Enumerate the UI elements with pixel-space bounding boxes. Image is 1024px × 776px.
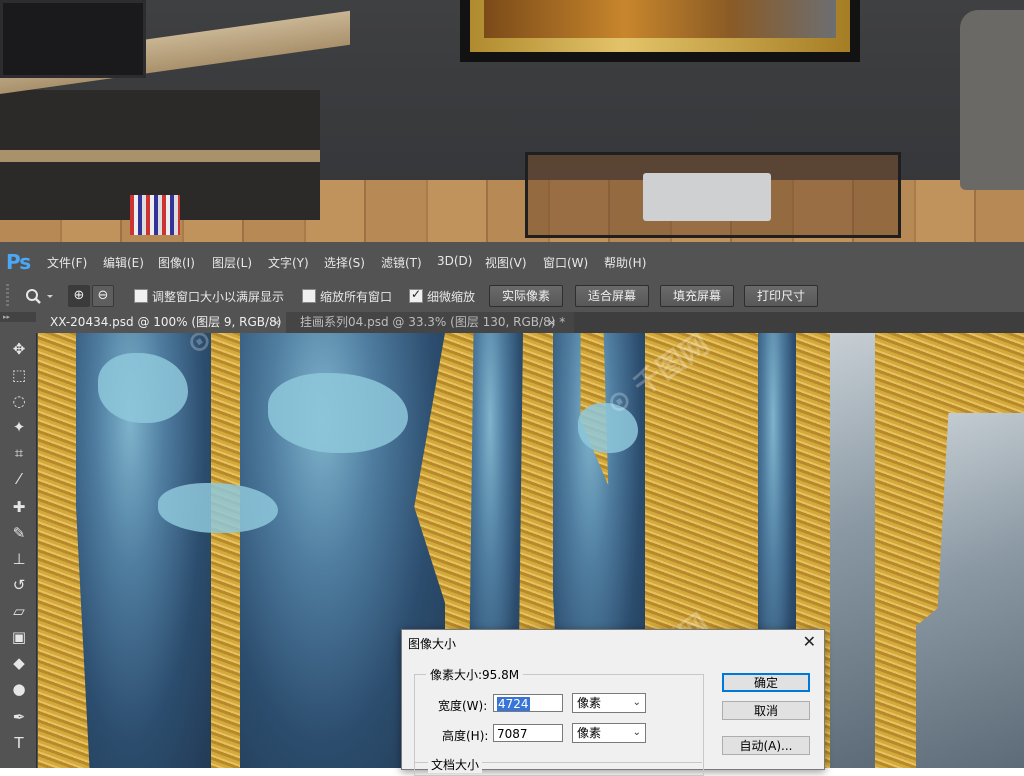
marquee-tool-icon[interactable]: ⬚	[8, 364, 30, 386]
healing-brush-icon[interactable]: ✚	[8, 496, 30, 518]
magnifier-icon	[26, 289, 53, 304]
tab-document-1[interactable]: XX-20434.psd @ 100% (图层 9, RGB/8)	[36, 312, 298, 333]
chevron-down-icon: ⌄	[632, 697, 641, 708]
width-label: 宽度(W):	[438, 699, 488, 713]
scrubby-zoom-checkbox[interactable]	[409, 287, 423, 303]
menu-help[interactable]: 帮助(H)	[604, 254, 646, 271]
options-bar-grip[interactable]	[6, 284, 9, 308]
chevron-down-icon: ⌄	[632, 727, 641, 738]
pen-tool-icon[interactable]: ✒	[8, 706, 30, 728]
fill-screen-button[interactable]: 填充屏幕	[660, 285, 734, 307]
close-icon[interactable]: ✕	[803, 632, 816, 651]
blur-tool-icon[interactable]: ◆	[8, 652, 30, 674]
height-input[interactable]: 7087	[493, 724, 563, 742]
width-unit-select[interactable]: 像素 ⌄	[572, 693, 646, 713]
laptop	[643, 173, 771, 221]
dodge-tool-icon[interactable]: ●	[8, 678, 30, 700]
document-size-label: 文档大小	[428, 756, 483, 773]
books	[130, 195, 180, 235]
photoshop-logo: Ps	[6, 250, 31, 274]
height-value: 7087	[497, 727, 528, 741]
scrubby-zoom-label: 细微缩放	[427, 290, 476, 304]
resize-windows-checkbox[interactable]	[134, 289, 148, 303]
clone-stamp-icon[interactable]: ⊥	[8, 548, 30, 570]
menu-bar: Ps 文件(F) 编辑(E) 图像(I) 图层(L) 文字(Y) 选择(S) 滤…	[0, 242, 1024, 281]
width-value: 4724	[497, 697, 530, 711]
gradient-tool-icon[interactable]: ▣	[8, 626, 30, 648]
actual-pixels-button[interactable]: 实际像素	[489, 285, 563, 307]
menu-layer[interactable]: 图层(L)	[212, 254, 252, 271]
lasso-tool-icon[interactable]: ◌	[8, 390, 30, 412]
menu-filter[interactable]: 滤镜(T)	[381, 254, 422, 271]
width-input[interactable]: 4724	[493, 694, 563, 712]
silver-stripe-1	[830, 333, 875, 768]
auto-button[interactable]: 自动(A)...	[722, 736, 810, 755]
tab-document-2-label: 挂画系列04.psd @ 33.3% (图层 130, RGB/8) *	[300, 315, 566, 329]
move-tool-icon[interactable]: ✥	[8, 338, 30, 360]
width-unit-value: 像素	[577, 696, 602, 710]
tv-cabinet-shelf	[0, 150, 320, 162]
document-tabs: XX-20434.psd @ 100% (图层 9, RGB/8) × 挂画系列…	[36, 312, 1024, 333]
tv-monitor	[0, 0, 146, 78]
tools-panel-header[interactable]: ▸▸	[0, 312, 39, 322]
menu-select[interactable]: 选择(S)	[324, 254, 365, 271]
height-label: 高度(H):	[442, 729, 489, 743]
dialog-title: 图像大小	[408, 637, 457, 651]
menu-edit[interactable]: 编辑(E)	[103, 254, 144, 271]
zoom-tool-preset[interactable]	[22, 284, 54, 308]
tab-document-1-label: XX-20434.psd @ 100% (图层 9, RGB/8)	[50, 315, 282, 329]
menu-3d[interactable]: 3D(D)	[437, 254, 472, 268]
height-unit-value: 像素	[577, 726, 602, 740]
crop-tool-icon[interactable]: ⌗	[8, 442, 30, 464]
tools-panel: ▸▸ ✥ ⬚ ◌ ✦ ⌗ ⁄ ✚ ✎ ⊥ ↺ ▱ ▣ ◆ ● ✒ T	[0, 312, 39, 768]
ok-button[interactable]: 确定	[722, 673, 810, 692]
menu-view[interactable]: 视图(V)	[485, 254, 527, 271]
options-bar: ⊕ ⊖ 调整窗口大小以满屏显示 缩放所有窗口 细微缩放 实际像素 适合屏幕 填充…	[0, 280, 1024, 313]
pixel-dimensions-label: 像素大小:95.8M	[426, 666, 524, 683]
cancel-button[interactable]: 取消	[722, 701, 810, 720]
zoom-all-windows-label: 缩放所有窗口	[320, 290, 393, 304]
type-tool-icon[interactable]: T	[8, 732, 30, 754]
close-icon[interactable]: ×	[272, 316, 281, 329]
framed-artwork	[484, 0, 836, 38]
print-size-button[interactable]: 打印尺寸	[744, 285, 818, 307]
magic-wand-icon[interactable]: ✦	[8, 416, 30, 438]
menu-type[interactable]: 文字(Y)	[268, 254, 309, 271]
menu-image[interactable]: 图像(I)	[158, 254, 195, 271]
zoom-all-windows-checkbox[interactable]	[302, 289, 316, 303]
menu-window[interactable]: 窗口(W)	[543, 254, 588, 271]
room-photo	[0, 0, 1024, 242]
resize-windows-label: 调整窗口大小以满屏显示	[152, 290, 285, 304]
tab-document-2[interactable]: 挂画系列04.psd @ 33.3% (图层 130, RGB/8) *	[286, 312, 574, 333]
zoom-out-icon[interactable]: ⊖	[92, 285, 114, 307]
menu-file[interactable]: 文件(F)	[47, 254, 87, 271]
height-unit-select[interactable]: 像素 ⌄	[572, 723, 646, 743]
eraser-icon[interactable]: ▱	[8, 600, 30, 622]
fit-screen-button[interactable]: 适合屏幕	[575, 285, 649, 307]
eyedropper-icon[interactable]: ⁄	[8, 468, 30, 490]
brush-tool-icon[interactable]: ✎	[8, 522, 30, 544]
zoom-in-icon[interactable]: ⊕	[68, 285, 90, 307]
sofa	[960, 10, 1024, 190]
history-brush-icon[interactable]: ↺	[8, 574, 30, 596]
image-size-dialog: 图像大小 ✕ 像素大小:95.8M 宽度(W): 4724 像素 ⌄ 高度(H)…	[401, 629, 825, 776]
close-icon[interactable]: ×	[547, 316, 556, 329]
